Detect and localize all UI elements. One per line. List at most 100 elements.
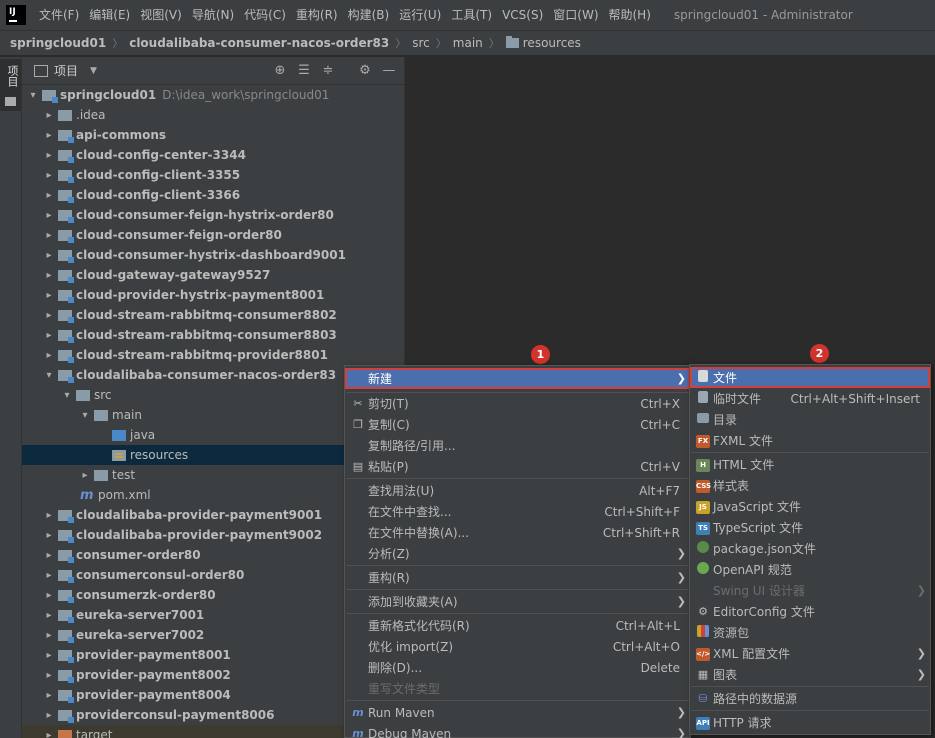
chevron-down-icon[interactable]: ▾: [60, 390, 74, 401]
chevron-down-icon[interactable]: ▾: [78, 410, 92, 421]
breadcrumb-resources[interactable]: resources: [505, 36, 581, 50]
menu-item-copy-path[interactable]: 复制路径/引用...: [345, 435, 690, 456]
chevron-right-icon[interactable]: ▸: [42, 670, 56, 681]
breadcrumb-project[interactable]: springcloud01: [10, 36, 106, 50]
chevron-right-icon[interactable]: ▸: [42, 170, 56, 181]
menu-item-find-in-files[interactable]: 在文件中查找... Ctrl+Shift+F: [345, 501, 690, 522]
tree-item-module[interactable]: ▸ cloud-consumer-feign-order80: [22, 225, 405, 245]
menu-refactor[interactable]: 重构(R): [291, 0, 343, 30]
project-view-title[interactable]: 项目: [54, 62, 78, 79]
menu-vcs[interactable]: VCS(S): [497, 0, 548, 30]
menu-run[interactable]: 运行(U): [394, 0, 446, 30]
tree-item-module[interactable]: ▸ cloud-stream-rabbitmq-provider8801: [22, 345, 405, 365]
chevron-right-icon[interactable]: ▸: [42, 630, 56, 641]
menu-tools[interactable]: 工具(T): [446, 0, 497, 30]
chevron-right-icon[interactable]: ▸: [42, 730, 56, 738]
chevron-right-icon[interactable]: ▸: [42, 210, 56, 221]
tree-root[interactable]: ▾ springcloud01 D:\idea_work\springcloud…: [22, 85, 405, 105]
expand-all-icon[interactable]: ☰: [296, 63, 312, 79]
submenu-item-fxml[interactable]: FX FXML 文件: [690, 430, 930, 451]
project-tool-button[interactable]: 项目: [0, 59, 21, 111]
chevron-right-icon[interactable]: ▸: [42, 330, 56, 341]
chevron-right-icon[interactable]: ▸: [42, 110, 56, 121]
submenu-item-resource-bundle[interactable]: 资源包: [690, 622, 930, 643]
menu-edit[interactable]: 编辑(E): [84, 0, 135, 30]
breadcrumb-main[interactable]: main: [453, 36, 483, 50]
chevron-right-icon[interactable]: ▸: [78, 470, 92, 481]
chevron-right-icon[interactable]: ▸: [42, 230, 56, 241]
submenu-item-diagram[interactable]: ▦ 图表 ❯: [690, 664, 930, 685]
chevron-right-icon[interactable]: ▸: [42, 550, 56, 561]
chevron-right-icon[interactable]: ▸: [42, 650, 56, 661]
chevron-right-icon[interactable]: ▸: [42, 690, 56, 701]
submenu-item-xml-config[interactable]: </> XML 配置文件 ❯: [690, 643, 930, 664]
chevron-right-icon[interactable]: ▸: [42, 610, 56, 621]
chevron-right-icon[interactable]: ▸: [42, 270, 56, 281]
menu-item-paste[interactable]: ▤ 粘贴(P) Ctrl+V: [345, 456, 690, 477]
tree-item-module[interactable]: ▸ cloud-config-client-3355: [22, 165, 405, 185]
menu-item-analyze[interactable]: 分析(Z) ❯: [345, 543, 690, 564]
chevron-right-icon[interactable]: ▸: [42, 350, 56, 361]
menu-item-new[interactable]: 新建 ❯: [345, 368, 690, 389]
submenu-item-openapi[interactable]: OpenAPI 规范: [690, 559, 930, 580]
tree-item-module[interactable]: ▸ cloud-stream-rabbitmq-consumer8803: [22, 325, 405, 345]
chevron-right-icon[interactable]: ▸: [42, 710, 56, 721]
breadcrumb-module[interactable]: cloudalibaba-consumer-nacos-order83: [129, 36, 389, 50]
minimize-icon[interactable]: —: [381, 63, 397, 79]
menu-item-cut[interactable]: ✂ 剪切(T) Ctrl+X: [345, 393, 690, 414]
tree-item-module[interactable]: ▸ cloud-consumer-hystrix-dashboard9001: [22, 245, 405, 265]
submenu-item-stylesheet[interactable]: CSS 样式表: [690, 475, 930, 496]
chevron-down-icon[interactable]: ▾: [26, 90, 40, 101]
menu-code[interactable]: 代码(C): [239, 0, 291, 30]
menu-item-find-usages[interactable]: 查找用法(U) Alt+F7: [345, 480, 690, 501]
gear-icon[interactable]: ⚙: [357, 63, 373, 79]
submenu-item-datasource[interactable]: ⛁ 路径中的数据源: [690, 688, 930, 709]
menu-view[interactable]: 视图(V): [135, 0, 187, 30]
menu-item-copy[interactable]: ❐ 复制(C) Ctrl+C: [345, 414, 690, 435]
menu-help[interactable]: 帮助(H): [604, 0, 656, 30]
chevron-down-icon[interactable]: ▾: [42, 370, 56, 381]
tree-item-module[interactable]: ▸ cloud-config-client-3366: [22, 185, 405, 205]
submenu-item-typescript[interactable]: TS TypeScript 文件: [690, 517, 930, 538]
menu-build[interactable]: 构建(B): [343, 0, 395, 30]
chevron-right-icon[interactable]: ▸: [42, 150, 56, 161]
chevron-right-icon[interactable]: ▸: [42, 590, 56, 601]
chevron-right-icon[interactable]: ▸: [42, 130, 56, 141]
submenu-item-html[interactable]: H HTML 文件: [690, 454, 930, 475]
menu-item-replace-in-files[interactable]: 在文件中替换(A)... Ctrl+Shift+R: [345, 522, 690, 543]
tree-item-module[interactable]: ▸ api-commons: [22, 125, 405, 145]
submenu-item-editorconfig[interactable]: ⚙ EditorConfig 文件: [690, 601, 930, 622]
menu-item-refactor[interactable]: 重构(R) ❯: [345, 567, 690, 588]
submenu-item-package-json[interactable]: package.json文件: [690, 538, 930, 559]
chevron-right-icon[interactable]: ▸: [42, 530, 56, 541]
submenu-item-directory[interactable]: 目录: [690, 409, 930, 430]
chevron-right-icon[interactable]: ▸: [42, 310, 56, 321]
chevron-right-icon[interactable]: ▸: [42, 250, 56, 261]
breadcrumb-src[interactable]: src: [412, 36, 430, 50]
chevron-right-icon[interactable]: ▸: [42, 510, 56, 521]
tree-item-module[interactable]: ▸ cloud-consumer-feign-hystrix-order80: [22, 205, 405, 225]
menu-item-reformat[interactable]: 重新格式化代码(R) Ctrl+Alt+L: [345, 615, 690, 636]
tree-item-module[interactable]: ▸ .idea: [22, 105, 405, 125]
tree-item-module[interactable]: ▸ cloud-gateway-gateway9527: [22, 265, 405, 285]
locate-icon[interactable]: ⊕: [272, 63, 288, 79]
submenu-item-scratch[interactable]: 临时文件 Ctrl+Alt+Shift+Insert: [690, 388, 930, 409]
menu-item-delete[interactable]: 删除(D)... Delete: [345, 657, 690, 678]
tree-item-module[interactable]: ▸ cloud-provider-hystrix-payment8001: [22, 285, 405, 305]
tree-item-module[interactable]: ▸ cloud-stream-rabbitmq-consumer8802: [22, 305, 405, 325]
menu-navigate[interactable]: 导航(N): [187, 0, 239, 30]
menu-window[interactable]: 窗口(W): [548, 0, 603, 30]
menu-item-optimize-imports[interactable]: 优化 import(Z) Ctrl+Alt+O: [345, 636, 690, 657]
chevron-right-icon[interactable]: ▸: [42, 290, 56, 301]
submenu-item-javascript[interactable]: JS JavaScript 文件: [690, 496, 930, 517]
collapse-all-icon[interactable]: ≑: [320, 63, 336, 79]
submenu-item-http-request[interactable]: API HTTP 请求: [690, 712, 930, 733]
menu-item-run-maven[interactable]: m Run Maven ❯: [345, 702, 690, 723]
tree-item-module[interactable]: ▸ cloud-config-center-3344: [22, 145, 405, 165]
chevron-right-icon[interactable]: ▸: [42, 570, 56, 581]
menu-item-add-favorites[interactable]: 添加到收藏夹(A) ❯: [345, 591, 690, 612]
submenu-item-file[interactable]: 文件: [690, 367, 930, 388]
menu-file[interactable]: 文件(F): [34, 0, 84, 30]
menu-item-debug-maven[interactable]: m Debug Maven ❯: [345, 723, 690, 738]
chevron-down-icon[interactable]: ▼: [90, 66, 97, 76]
